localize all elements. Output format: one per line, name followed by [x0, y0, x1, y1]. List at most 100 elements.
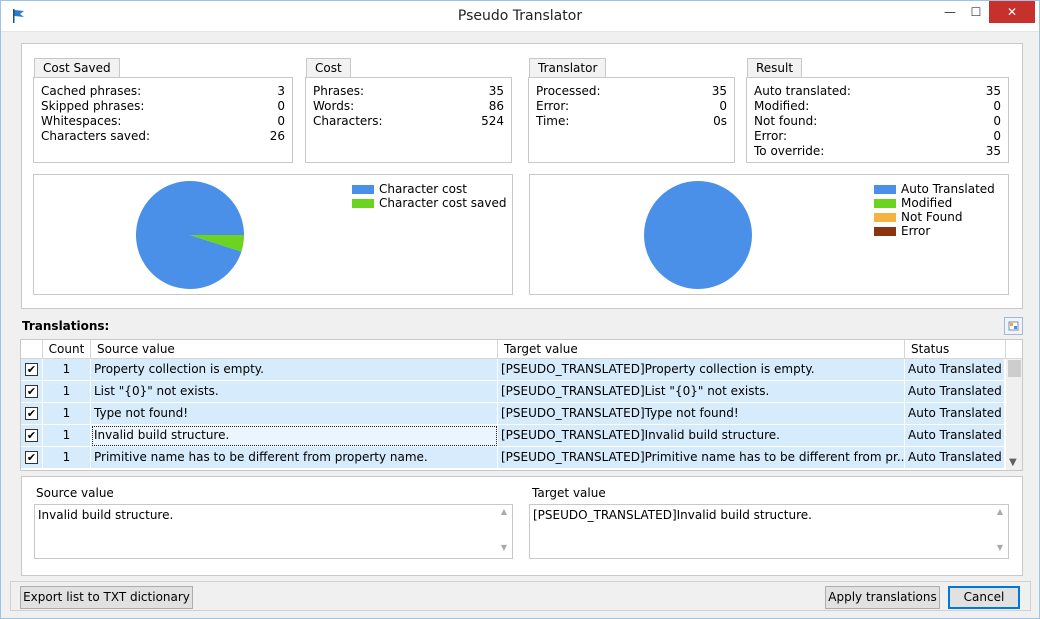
- table-row[interactable]: ✔ 1 Type not found! [PSEUDO_TRANSLATED]T…: [21, 403, 1005, 425]
- stat-value: 0: [993, 129, 1001, 143]
- grid-settings-icon: [1008, 321, 1019, 331]
- row-checkbox-cell[interactable]: ✔: [21, 381, 43, 403]
- target-value-text: [PSEUDO_TRANSLATED]Invalid build structu…: [533, 508, 812, 522]
- header-status[interactable]: Status: [905, 340, 1006, 359]
- header-select[interactable]: [21, 340, 43, 359]
- source-value-label: Source value: [36, 486, 114, 500]
- legend-swatch: [874, 213, 896, 222]
- row-checkbox-cell[interactable]: ✔: [21, 403, 43, 425]
- legend-label: Not Found: [901, 210, 963, 224]
- result-title: Result: [747, 58, 803, 78]
- stat-label: Time:: [536, 114, 570, 128]
- apply-translations-button[interactable]: Apply translations: [825, 586, 940, 609]
- table-row[interactable]: ✔ 1 Property collection is empty. [PSEUD…: [21, 359, 1005, 381]
- grid-vertical-scrollbar[interactable]: ▼: [1006, 359, 1022, 470]
- cell-target[interactable]: [PSEUDO_TRANSLATED]Invalid build structu…: [498, 425, 905, 447]
- minimize-button[interactable]: —: [937, 1, 963, 23]
- cancel-button[interactable]: Cancel: [948, 586, 1020, 609]
- source-value-text: Invalid build structure.: [38, 508, 174, 522]
- cell-source[interactable]: List "{0}" not exists.: [91, 381, 498, 403]
- detail-panel: Source value Invalid build structure. ▲ ▼…: [21, 476, 1023, 576]
- textarea-scrollbar[interactable]: ▲ ▼: [498, 507, 510, 555]
- row-checkbox[interactable]: ✔: [25, 429, 38, 442]
- stat-value: 35: [711, 84, 727, 98]
- cell-target[interactable]: [PSEUDO_TRANSLATED]Type not found!: [498, 403, 905, 425]
- cell-count[interactable]: 1: [43, 381, 91, 403]
- table-row[interactable]: ✔ 1 Primitive name has to be different f…: [21, 447, 1005, 469]
- legend-swatch: [874, 185, 896, 194]
- stat-value: 86: [488, 99, 504, 113]
- legend-swatch: [352, 199, 374, 208]
- cell-status[interactable]: Auto Translated: [905, 381, 1005, 403]
- result-pie-chart: Auto Translated Modified Not Found Error: [529, 174, 1009, 295]
- title-bar: Pseudo Translator — ☐ ✕: [1, 1, 1039, 32]
- cost-saved-group: Cached phrases: 3 Skipped phrases: 0 Whi…: [33, 77, 293, 163]
- translations-grid: Count Source value Target value Status ✔…: [20, 339, 1023, 471]
- cell-status[interactable]: Auto Translated: [905, 447, 1005, 469]
- cost-title: Cost: [306, 58, 351, 78]
- stat-label: Words:: [313, 99, 355, 113]
- translations-label: Translations:: [22, 319, 110, 333]
- table-row-selected[interactable]: ✔ 1 Invalid build structure. [PSEUDO_TRA…: [21, 425, 1005, 447]
- legend-label: Modified: [901, 196, 953, 210]
- header-source-value[interactable]: Source value: [91, 340, 498, 359]
- cost-pie-chart: Character cost Character cost saved: [33, 174, 513, 295]
- legend-label: Character cost saved: [379, 196, 507, 210]
- result-group: Auto translated: 35 Modified: 0 Not foun…: [746, 77, 1009, 163]
- legend-swatch: [874, 227, 896, 236]
- scrollbar-thumb[interactable]: [1008, 360, 1021, 377]
- source-value-textarea[interactable]: Invalid build structure. ▲ ▼: [34, 504, 513, 559]
- row-checkbox[interactable]: ✔: [25, 407, 38, 420]
- cell-count[interactable]: 1: [43, 403, 91, 425]
- row-checkbox[interactable]: ✔: [25, 363, 38, 376]
- cost-group: Phrases: 35 Words: 86 Characters: 524: [305, 77, 512, 163]
- close-button[interactable]: ✕: [989, 1, 1035, 23]
- stat-value: 0s: [713, 114, 727, 128]
- stat-value: 3: [277, 84, 285, 98]
- stat-label: Error:: [754, 129, 788, 143]
- stat-value: 35: [985, 144, 1001, 158]
- cell-source[interactable]: Primitive name has to be different from …: [91, 447, 498, 469]
- stat-label: Characters:: [313, 114, 383, 128]
- cost-pie: [136, 181, 244, 289]
- cell-count[interactable]: 1: [43, 447, 91, 469]
- row-checkbox-cell[interactable]: ✔: [21, 425, 43, 447]
- window-title: Pseudo Translator: [457, 8, 583, 24]
- grid-options-button[interactable]: [1004, 317, 1023, 335]
- legend-label: Auto Translated: [901, 182, 995, 196]
- cell-source[interactable]: Property collection is empty.: [91, 359, 498, 381]
- cell-source[interactable]: Type not found!: [91, 403, 498, 425]
- cell-status[interactable]: Auto Translated: [905, 403, 1005, 425]
- stat-label: Phrases:: [313, 84, 365, 98]
- table-row[interactable]: ✔ 1 List "{0}" not exists. [PSEUDO_TRANS…: [21, 381, 1005, 403]
- cell-source-focused[interactable]: Invalid build structure.: [91, 425, 498, 447]
- chevron-down-icon[interactable]: ▼: [1009, 457, 1017, 468]
- header-target-value[interactable]: Target value: [498, 340, 905, 359]
- row-checkbox[interactable]: ✔: [25, 385, 38, 398]
- row-checkbox-cell[interactable]: ✔: [21, 359, 43, 381]
- cell-status[interactable]: Auto Translated: [905, 425, 1005, 447]
- maximize-button[interactable]: ☐: [963, 1, 989, 23]
- stat-label: Error:: [536, 99, 570, 113]
- stat-label: To override:: [754, 144, 825, 158]
- stat-value: 0: [277, 99, 285, 113]
- header-count[interactable]: Count: [43, 340, 91, 359]
- stat-value: 0: [993, 99, 1001, 113]
- cell-count[interactable]: 1: [43, 359, 91, 381]
- row-checkbox[interactable]: ✔: [25, 451, 38, 464]
- stat-label: Characters saved:: [41, 129, 151, 143]
- cell-target[interactable]: [PSEUDO_TRANSLATED]List "{0}" not exists…: [498, 381, 905, 403]
- stat-label: Auto translated:: [754, 84, 851, 98]
- cell-status[interactable]: Auto Translated: [905, 359, 1005, 381]
- textarea-scrollbar[interactable]: ▲ ▼: [994, 507, 1006, 555]
- cell-target[interactable]: [PSEUDO_TRANSLATED]Primitive name has to…: [498, 447, 905, 469]
- cell-target[interactable]: [PSEUDO_TRANSLATED]Property collection i…: [498, 359, 905, 381]
- row-checkbox-cell[interactable]: ✔: [21, 447, 43, 469]
- statistics-panel: Cost Saved Cached phrases: 3 Skipped phr…: [21, 43, 1023, 309]
- translator-title: Translator: [529, 58, 607, 78]
- target-value-textarea[interactable]: [PSEUDO_TRANSLATED]Invalid build structu…: [529, 504, 1009, 559]
- stat-label: Modified:: [754, 99, 810, 113]
- cell-count[interactable]: 1: [43, 425, 91, 447]
- stat-label: Cached phrases:: [41, 84, 142, 98]
- export-txt-button[interactable]: Export list to TXT dictionary: [20, 586, 193, 609]
